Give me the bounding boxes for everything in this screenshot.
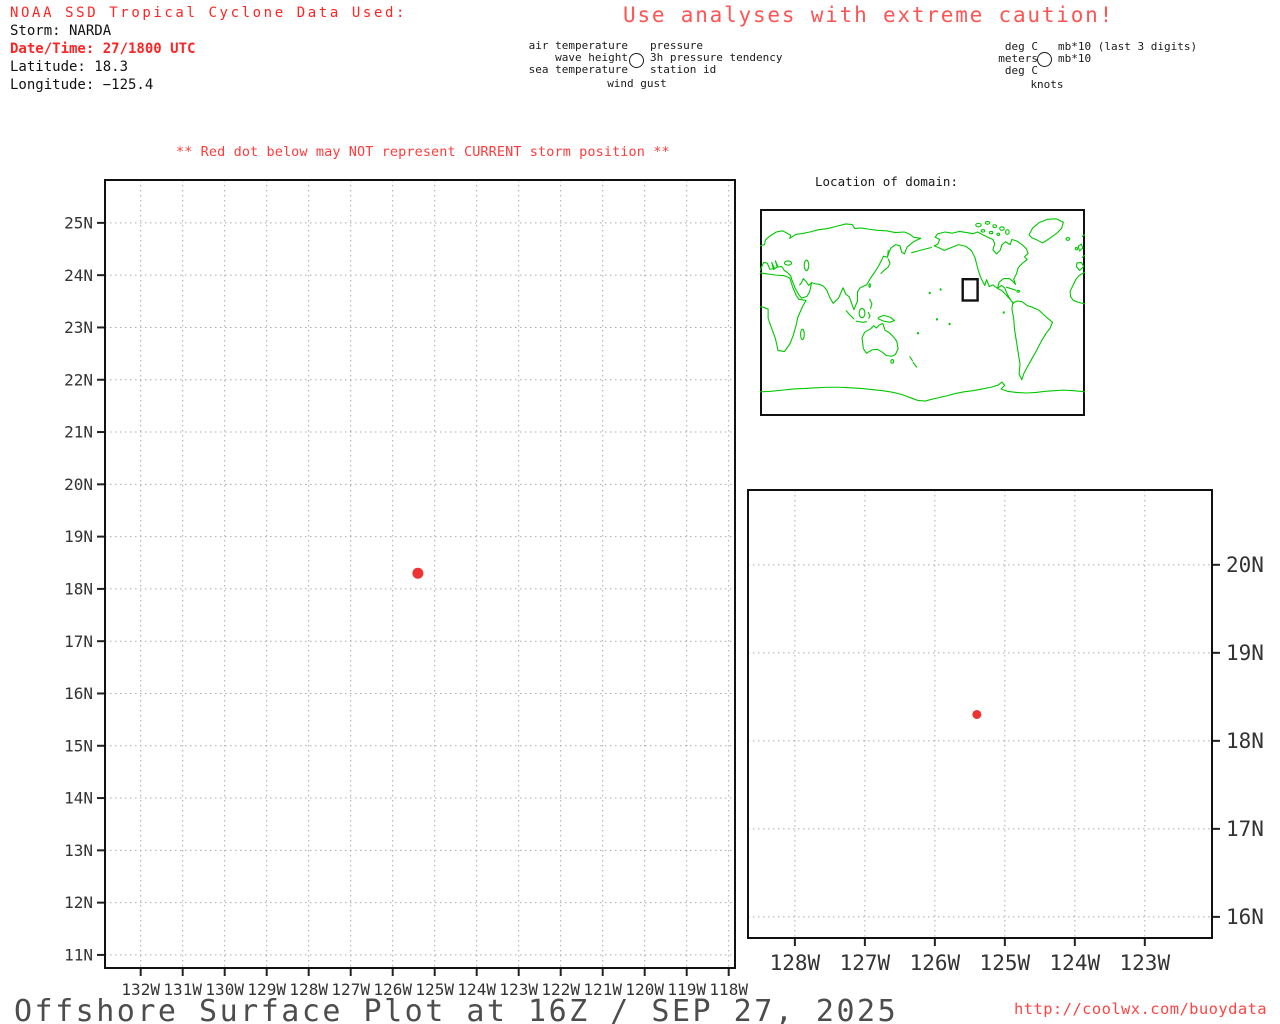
storm-position-warning: ** Red dot below may NOT represent CURRE… (176, 144, 670, 160)
legend-sea-temperature: sea temperature (528, 63, 628, 76)
world-map-border (760, 209, 1085, 416)
y-axis-label: 15N (64, 736, 93, 755)
y-axis-label: 18N (1226, 729, 1264, 753)
y-axis-label: 19N (1226, 641, 1264, 665)
y-axis-label: 20N (64, 475, 93, 494)
legend-station-id: station id (650, 63, 717, 76)
y-axis-label: 19N (64, 527, 93, 546)
legend-wind-gust: wind gust (607, 77, 667, 90)
y-axis-label: 14N (64, 789, 93, 808)
domain-rectangle-marker (961, 277, 979, 302)
y-axis-label: 12N (64, 893, 93, 912)
x-axis-label: 123W (1120, 951, 1171, 975)
x-axis-label: 125W (980, 951, 1031, 975)
y-axis-label: 11N (64, 946, 93, 965)
source-url-link[interactable]: http://coolwx.com/buoydata (1014, 1000, 1267, 1018)
y-axis-label: 16N (1226, 905, 1264, 929)
station-circle-icon (1037, 52, 1052, 67)
units-mb10-last3: mb*10 (last 3 digits) (1058, 40, 1198, 53)
y-axis-label: 20N (1226, 553, 1264, 577)
storm-position-dot (972, 709, 982, 719)
header-storm-name: Storm: NARDA (10, 23, 112, 39)
y-axis-label: 17N (1226, 817, 1264, 841)
legend-wave-height: wave height (555, 51, 628, 64)
units-deg-c-sea: deg C (1004, 64, 1038, 77)
y-axis-label: 16N (64, 684, 93, 703)
y-axis-label: 22N (64, 370, 93, 389)
y-axis-label: 17N (64, 632, 93, 651)
x-axis-label: 126W (910, 951, 961, 975)
units-mb10: mb*10 (1058, 52, 1092, 65)
units-knots: knots (1030, 78, 1064, 91)
y-axis-label: 21N (64, 423, 93, 442)
y-axis-label: 18N (64, 580, 93, 599)
storm-position-dot (412, 567, 424, 579)
header-datetime: Date/Time: 27/1800 UTC (10, 41, 196, 57)
header-latitude: Latitude: 18.3 (10, 59, 129, 75)
y-axis-label: 23N (64, 318, 93, 337)
plot-title: Offshore Surface Plot at 16Z / SEP 27, 2… (14, 994, 899, 1024)
x-axis-label: 128W (770, 951, 821, 975)
legend-pressure-tendency: 3h pressure tendency (650, 51, 783, 64)
y-axis-label: 24N (64, 266, 93, 285)
x-axis-label: 127W (840, 951, 891, 975)
y-axis-label: 25N (64, 213, 93, 232)
x-axis-label: 124W (1050, 951, 1101, 975)
caution-headline: Use analyses with extreme caution! (623, 3, 1115, 27)
buoy-plot-page: NOAA SSD Tropical Cyclone Data Used: Sto… (0, 0, 1280, 1024)
station-circle-icon (629, 53, 644, 68)
coastlines (760, 219, 1085, 401)
units-deg-c-air: deg C (1004, 40, 1038, 53)
legend-air-temperature: air temperature (528, 39, 628, 52)
header-longitude: Longitude: −125.4 (10, 77, 154, 93)
main-storm-plot: 132W 131W 130W 129W 128W 127W 126W 125W 124W 123W… (64, 179, 748, 999)
header-source-line: NOAA SSD Tropical Cyclone Data Used: (10, 5, 408, 21)
domain-map-title: Location of domain: (815, 174, 958, 189)
units-meters: meters (998, 52, 1038, 65)
legend-pressure: pressure (650, 39, 703, 52)
world-map (760, 209, 1085, 416)
inset-storm-plot: 128W 127W 126W 125W 124W 123W 20N 19N 18N 17N 16N (747, 489, 1264, 975)
y-axis-label: 13N (64, 841, 93, 860)
